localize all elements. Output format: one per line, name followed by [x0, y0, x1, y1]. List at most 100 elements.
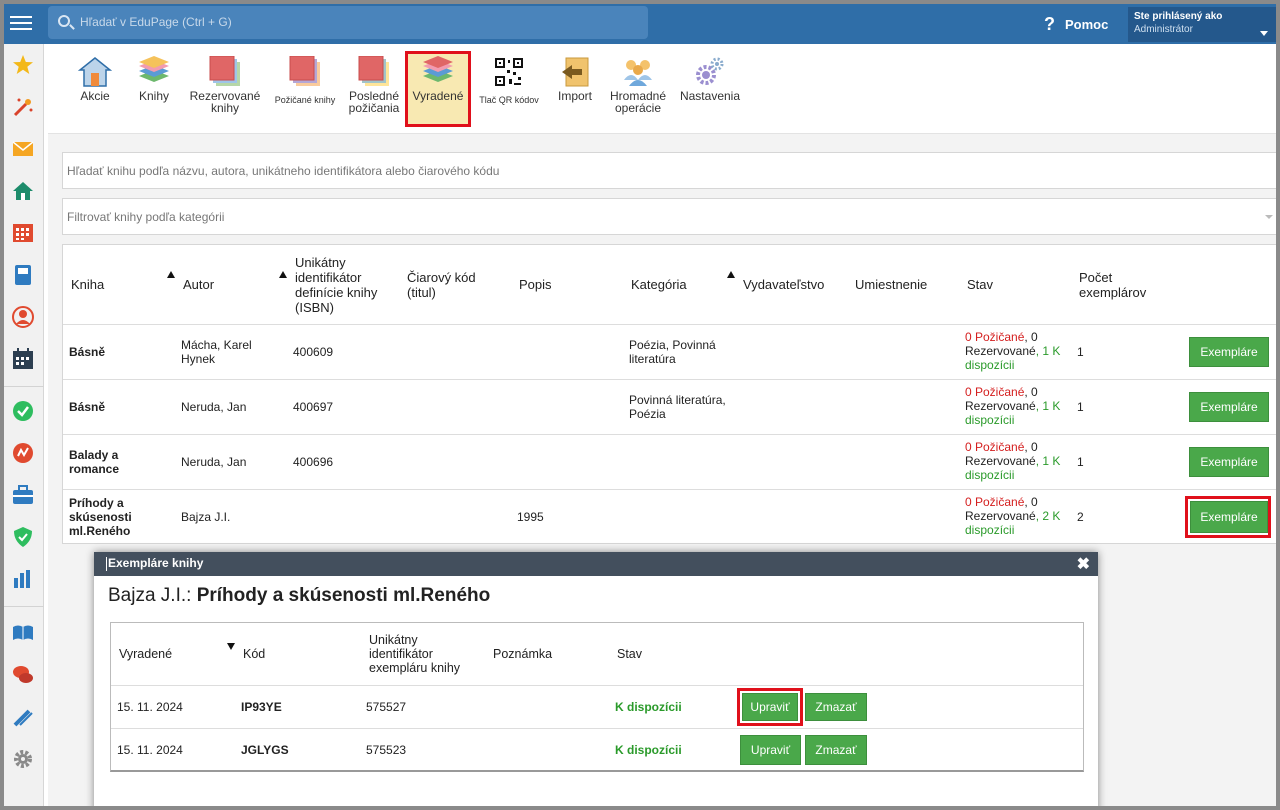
books-table: Kniha Autor Unikátny identifikátor defin… [62, 244, 1276, 544]
grades-icon[interactable] [12, 442, 34, 464]
exemplare-button[interactable]: Exempláre [1190, 501, 1268, 533]
header-popis[interactable]: Popis [519, 245, 619, 324]
category-filter-input[interactable] [63, 199, 1276, 234]
hamburger-menu-icon[interactable] [10, 12, 32, 34]
reserved-label: Rezervované [965, 509, 1036, 523]
toolbar-knihy[interactable]: Knihy [130, 48, 178, 102]
copies-count: 1 [1077, 345, 1084, 359]
toolbar-akcie[interactable]: Akcie [70, 48, 120, 102]
house-door-icon [77, 56, 113, 88]
toolbar-label: Rezervované knihy [189, 89, 261, 115]
header-vydavatelstvo[interactable]: Vydavateľstvo [743, 245, 843, 324]
book-search-field[interactable] [62, 152, 1276, 189]
header-stav[interactable]: Stav [967, 245, 1067, 324]
global-search[interactable] [48, 6, 648, 39]
toolbar-rezervovane[interactable]: Rezervované knihy [186, 48, 264, 114]
toolbar-nastavenia[interactable]: Nastavenia [678, 48, 742, 102]
briefcase-icon[interactable] [12, 484, 34, 506]
group-users-icon [621, 56, 655, 88]
available-label: dispozícii [965, 523, 1015, 537]
gear-icon[interactable] [12, 748, 34, 770]
header-vyradene[interactable]: Vyradené [119, 623, 219, 685]
dialog-header-bar [106, 557, 107, 571]
available-prefix: , 2 K [1035, 509, 1061, 523]
pencil-icon[interactable] [12, 706, 34, 728]
book-category [629, 490, 739, 544]
book-isbn [293, 490, 397, 544]
toolbar-pozicane[interactable]: Požičané knihy [272, 48, 338, 106]
global-search-input[interactable] [80, 12, 620, 32]
exemplare-button[interactable]: Exempláre [1189, 337, 1269, 367]
star-icon[interactable] [12, 54, 34, 76]
header-barcode[interactable]: Čiarový kód (titul) [407, 245, 507, 324]
toolbar-posledne[interactable]: Posledné požičania [342, 48, 406, 114]
toolbar-import[interactable]: Import [552, 48, 598, 102]
close-icon[interactable]: ✖ [1077, 554, 1090, 574]
header-kategoria[interactable]: Kategória [631, 245, 721, 324]
sort-asc-icon[interactable] [279, 271, 287, 278]
calendar-icon[interactable] [12, 348, 34, 370]
reserved-books-icon [208, 55, 242, 88]
shield-icon[interactable] [12, 526, 34, 548]
header-stav[interactable]: Stav [617, 623, 717, 685]
book-search-input[interactable] [63, 153, 1276, 188]
sidebar-divider [4, 606, 44, 607]
exemplare-button[interactable]: Exempláre [1189, 447, 1269, 477]
book-status: 0 Požičané, 0 Rezervované, 1 K dispozíci… [965, 325, 1075, 379]
category-filter[interactable] [62, 198, 1276, 235]
reserved-prefix: , 0 [1024, 495, 1038, 509]
copy-id: 575527 [366, 700, 407, 714]
sort-asc-icon[interactable] [167, 271, 175, 278]
chat-bubbles-icon[interactable] [12, 664, 34, 686]
header-id[interactable]: Unikátny identifikátor exempláru knihy [369, 623, 475, 685]
bar-chart-icon[interactable] [12, 568, 34, 590]
header-umiestnenie[interactable]: Umiestnenie [855, 245, 955, 324]
copies-count: 1 [1077, 455, 1084, 469]
book-isbn: 400696 [293, 455, 334, 469]
book-popis [517, 325, 621, 379]
toolbar-vyradene[interactable]: Vyradené [408, 48, 468, 102]
header-isbn[interactable]: Unikátny identifikátor definície knihy (… [295, 245, 399, 324]
sort-asc-icon[interactable] [727, 271, 735, 278]
checkmark-icon[interactable] [12, 400, 34, 422]
magic-wand-icon[interactable] [12, 96, 34, 118]
header-poznamka[interactable]: Poznámka [493, 623, 593, 685]
user-profile-icon[interactable] [12, 306, 34, 328]
exemplare-button[interactable]: Exempláre [1189, 392, 1269, 422]
header-kniha[interactable]: Kniha [71, 245, 171, 324]
header-pocet[interactable]: Počet exemplárov [1079, 245, 1169, 324]
toolbar-label: Import [557, 89, 592, 103]
book-author: Neruda, Jan [181, 400, 247, 414]
header-kod[interactable]: Kód [243, 623, 343, 685]
table-row: 15. 11. 2024 JGLYGS 575523 K dispozícii … [111, 728, 1083, 771]
toolbar-hromadne[interactable]: Hromadné operácie [604, 48, 672, 114]
toolbar-label: Posledné požičania [348, 89, 400, 115]
toolbar-qr[interactable]: Tlač QR kódov [476, 48, 542, 106]
notebook-icon[interactable] [12, 264, 34, 286]
help-button[interactable]: ? Pomoc [1044, 14, 1108, 35]
toolbar-label: Akcie [80, 89, 110, 103]
delete-button[interactable]: Zmazať [805, 735, 867, 765]
delete-button[interactable]: Zmazať [805, 693, 867, 721]
timetable-icon[interactable] [12, 222, 34, 244]
copy-note [491, 686, 601, 728]
user-menu-caption: Ste prihlásený ako [1134, 11, 1223, 22]
book-popis [517, 435, 621, 489]
edit-button[interactable]: Upraviť [740, 735, 801, 765]
book-category: Povinná literatúra, Poézia [629, 393, 726, 421]
home-icon[interactable] [12, 180, 34, 202]
mail-icon[interactable] [12, 138, 34, 160]
user-menu[interactable]: Ste prihlásený ako Administrátor [1128, 7, 1276, 42]
sort-desc-icon[interactable] [227, 643, 235, 650]
available-prefix: , 1 K [1035, 454, 1061, 468]
reserved-prefix: , 0 [1024, 385, 1038, 399]
open-book-icon[interactable] [12, 622, 34, 644]
available-label: dispozícii [965, 358, 1015, 372]
edit-button[interactable]: Upraviť [742, 693, 798, 721]
header-autor[interactable]: Autor [183, 245, 273, 324]
toolbar-label: Knihy [138, 89, 170, 103]
borrowed-books-icon [288, 55, 322, 88]
copy-code: JGLYGS [241, 743, 289, 757]
copies-table: Vyradené Kód Unikátny identifikátor exem… [110, 622, 1084, 772]
borrowed-count: 0 Požičané [965, 440, 1025, 454]
